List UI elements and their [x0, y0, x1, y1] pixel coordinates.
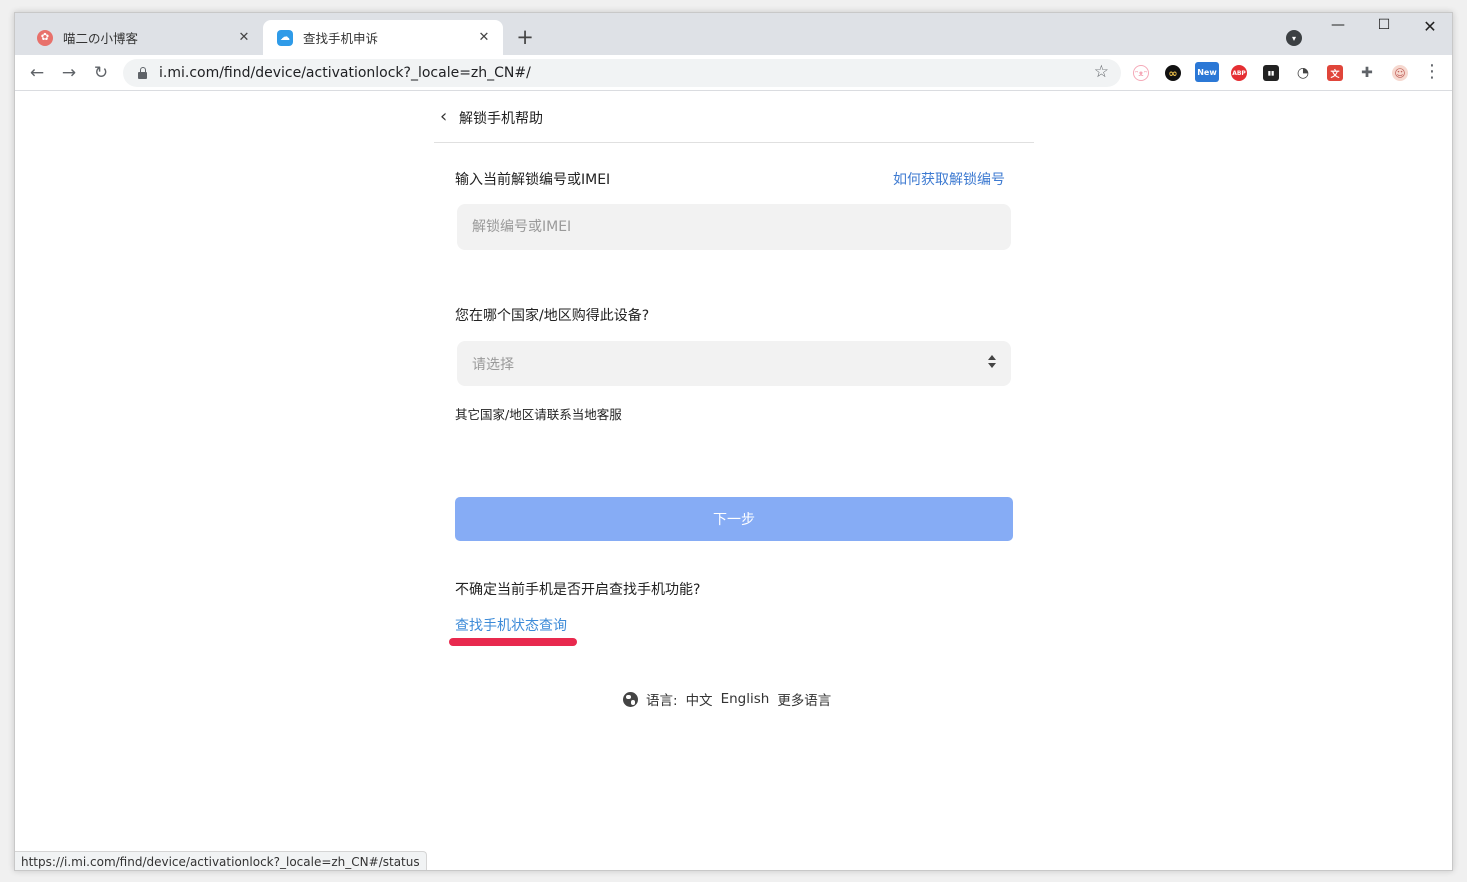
- new-badge-icon[interactable]: New: [1195, 62, 1219, 82]
- tab-title: 查找手机申诉: [303, 31, 379, 46]
- country-label: 您在哪个国家/地区购得此设备?: [455, 308, 650, 324]
- language-option-zh[interactable]: 中文: [686, 689, 713, 709]
- cloud-icon: ☁: [277, 29, 293, 46]
- language-switcher: 语言: 中文 English 更多语言: [623, 689, 839, 709]
- link-status-bar: https://i.mi.com/find/device/activationl…: [15, 851, 427, 870]
- adblock-icon[interactable]: ABP: [1231, 65, 1247, 81]
- browser-window: ✿ 喵二の小博客 ✕ ☁ 查找手机申诉 ✕ + ▾ — ☐ ✕ ← → ↻ i.…: [14, 12, 1453, 871]
- cat-blog-icon: ✿: [37, 29, 53, 46]
- highlight-underline: [449, 638, 577, 646]
- tab-strip: ✿ 喵二の小博客 ✕ ☁ 查找手机申诉 ✕ + ▾ — ☐ ✕: [15, 13, 1452, 55]
- back-arrow-icon[interactable]: ←: [25, 61, 49, 85]
- translate-icon[interactable]: 文: [1327, 65, 1343, 81]
- profile-avatar-icon[interactable]: ☺: [1392, 65, 1408, 81]
- window-close-icon[interactable]: ✕: [1410, 17, 1450, 36]
- reload-icon[interactable]: ↻: [89, 61, 113, 85]
- lock-icon[interactable]: [137, 66, 149, 80]
- more-menu-icon[interactable]: ⋮: [1423, 61, 1441, 82]
- unlock-code-label: 输入当前解锁编号或IMEI: [455, 172, 611, 188]
- up-down-caret-icon: [987, 352, 997, 372]
- trello-icon[interactable]: ▮▮: [1263, 65, 1279, 81]
- how-to-get-code-link[interactable]: 如何获取解锁编号: [893, 169, 1005, 189]
- back-chevron-icon[interactable]: ‹: [440, 106, 447, 127]
- page-content: ‹ 解锁手机帮助 输入当前解锁编号或IMEI 如何获取解锁编号 您在哪个国家/地…: [15, 92, 1452, 870]
- country-note: 其它国家/地区请联系当地客服: [455, 407, 622, 422]
- close-tab-icon[interactable]: ✕: [475, 30, 493, 45]
- close-tab-icon[interactable]: ✕: [235, 30, 253, 45]
- tab-find-device[interactable]: ☁ 查找手机申诉 ✕: [263, 20, 503, 55]
- next-step-button[interactable]: 下一步: [455, 497, 1013, 541]
- device-status-query-link[interactable]: 查找手机状态查询: [455, 615, 567, 635]
- country-select-value: 请选择: [472, 356, 514, 373]
- maximize-icon[interactable]: ☐: [1364, 17, 1404, 33]
- country-select[interactable]: 请选择: [457, 341, 1011, 386]
- address-bar[interactable]: i.mi.com/find/device/activationlock?_loc…: [123, 59, 1121, 87]
- puzzle-icon[interactable]: ✚: [1359, 65, 1375, 81]
- language-option-en[interactable]: English: [721, 691, 770, 707]
- star-icon[interactable]: ☆: [1094, 62, 1109, 82]
- language-label: 语言:: [646, 693, 678, 709]
- globe-icon: [623, 691, 638, 707]
- tab-blog[interactable]: ✿ 喵二の小博客 ✕: [23, 20, 263, 55]
- uncertain-text: 不确定当前手机是否开启查找手机功能?: [455, 582, 701, 598]
- language-option-more[interactable]: 更多语言: [777, 689, 831, 709]
- cat-face-icon[interactable]: ᵔᴥᵔ: [1133, 65, 1149, 81]
- infinity-icon[interactable]: ∞: [1165, 65, 1181, 81]
- page-title: 解锁手机帮助: [459, 111, 543, 127]
- unlock-code-input[interactable]: [457, 204, 1011, 250]
- url-text[interactable]: i.mi.com/find/device/activationlock?_loc…: [159, 65, 531, 81]
- tab-search-icon[interactable]: ▾: [1286, 30, 1302, 46]
- browser-toolbar: ← → ↻ i.mi.com/find/device/activationloc…: [15, 55, 1452, 91]
- minimize-icon[interactable]: —: [1318, 17, 1358, 33]
- tab-title: 喵二の小博客: [63, 31, 139, 46]
- page-header: ‹ 解锁手机帮助: [434, 92, 1034, 143]
- new-tab-button[interactable]: +: [515, 25, 535, 49]
- speedometer-icon[interactable]: ◔: [1295, 65, 1311, 81]
- forward-arrow-icon[interactable]: →: [57, 61, 81, 85]
